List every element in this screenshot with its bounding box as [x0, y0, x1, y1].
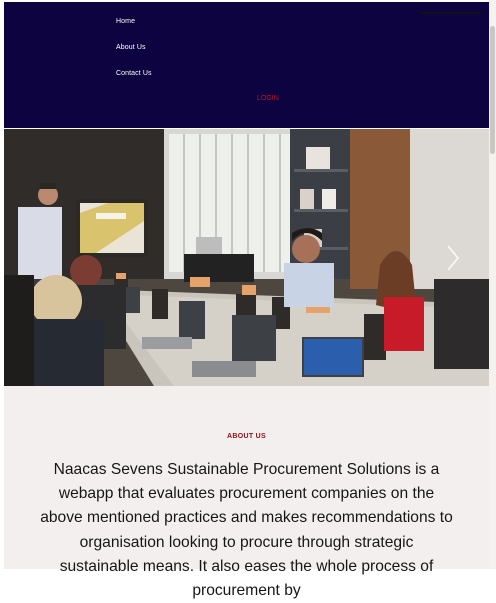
chevron-right-icon: [447, 245, 460, 271]
about-us-description: Naacas Sevens Sustainable Procurement So…: [40, 461, 453, 600]
page-scrollbar[interactable]: [489, 0, 496, 569]
nav-link-contact-us[interactable]: Contact Us: [116, 70, 152, 77]
nav-link-about-us[interactable]: About Us: [116, 44, 146, 51]
about-us-heading: ABOUT US: [227, 433, 266, 440]
nav-top-decoration: [417, 2, 483, 14]
top-navbar: Home About Us Contact Us LOGIN: [4, 2, 489, 128]
scrollbar-thumb[interactable]: [490, 26, 495, 154]
hero-image: [4, 129, 489, 386]
hero-carousel: [4, 129, 489, 386]
carousel-next-button[interactable]: [440, 241, 466, 275]
about-us-section: ABOUT US Naacas Sevens Sustainable Procu…: [4, 386, 489, 599]
nav-link-home[interactable]: Home: [116, 18, 135, 25]
login-link[interactable]: LOGIN: [257, 95, 279, 102]
